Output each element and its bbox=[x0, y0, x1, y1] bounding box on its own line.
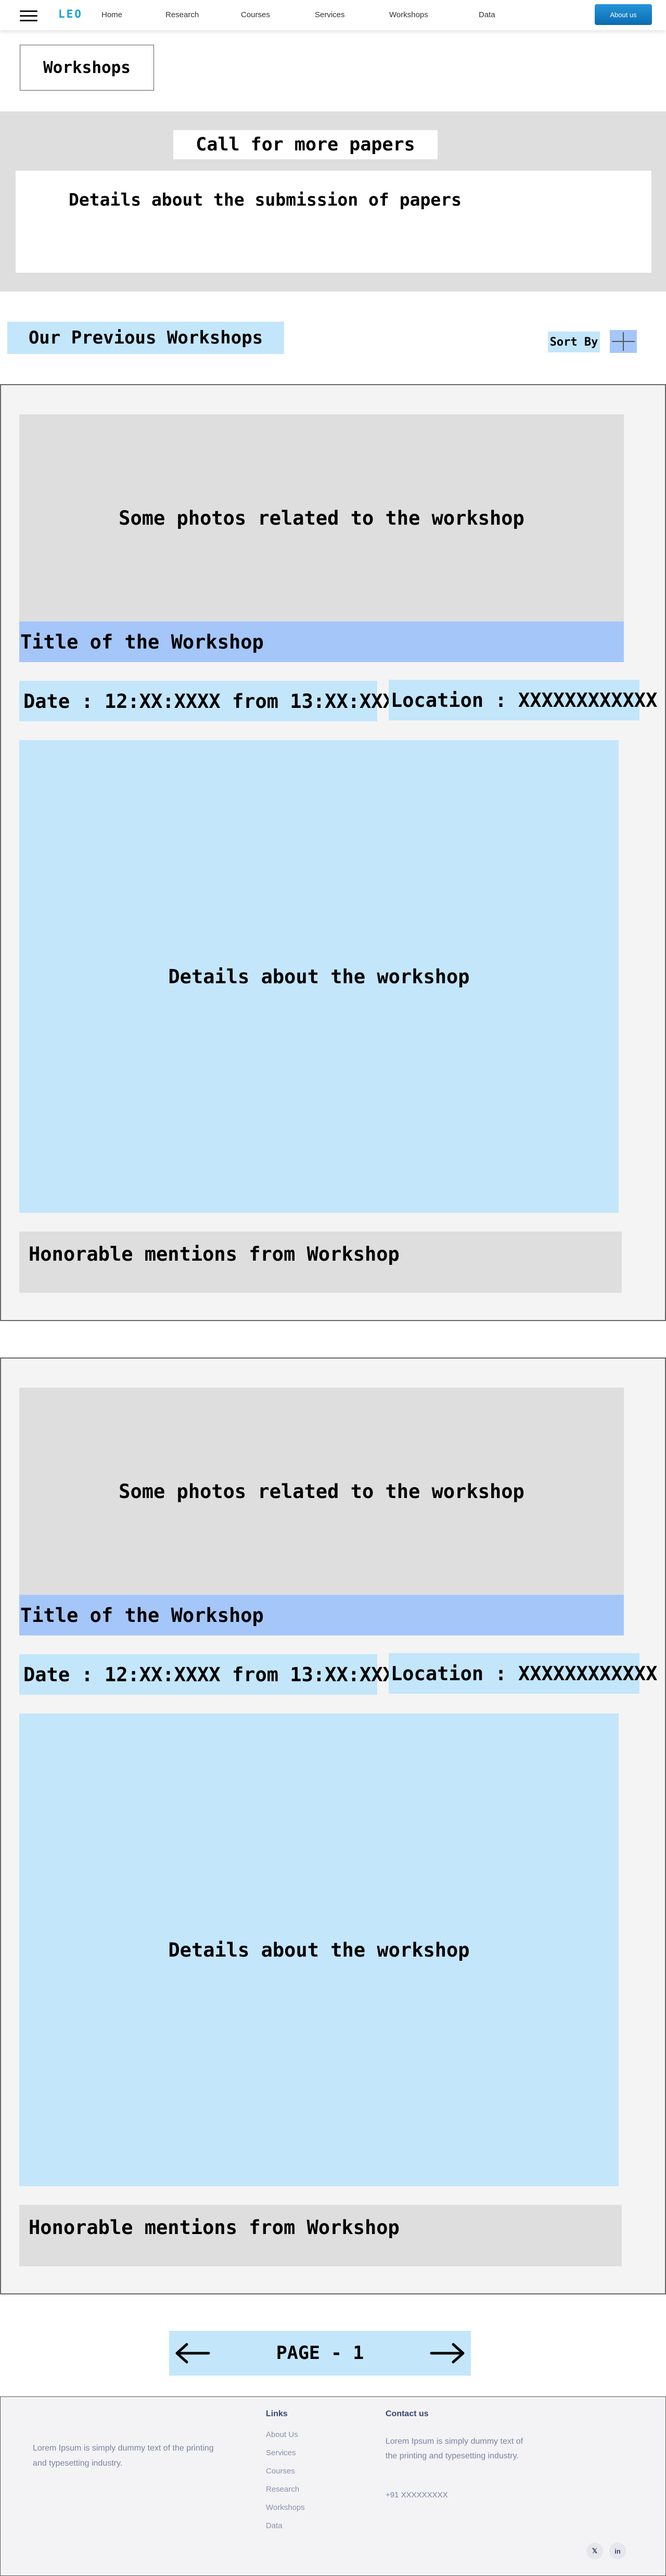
papers-details: Details about the submission of papers bbox=[16, 171, 651, 273]
workshop-location: Location : XXXXXXXXXXXX bbox=[389, 680, 657, 720]
workshop-date: Date : 12:XX:XXXX from 13:XX:XXXX bbox=[19, 681, 406, 721]
nav-home[interactable]: Home bbox=[101, 10, 122, 19]
workshop-honorable-mentions: Honorable mentions from Workshop bbox=[19, 2205, 622, 2266]
next-page-arrow-icon[interactable] bbox=[424, 2331, 471, 2376]
nav-research[interactable]: Research bbox=[165, 10, 199, 19]
footer-contact-text: Lorem Ipsum is simply dummy text of the … bbox=[386, 2437, 523, 2460]
hamburger-menu-icon[interactable] bbox=[20, 10, 37, 22]
footer-about-text: Lorem Ipsum is simply dummy text of the … bbox=[33, 2444, 214, 2468]
footer-contact-heading: Contact us bbox=[386, 2409, 429, 2418]
workshop-honorable-mentions: Honorable mentions from Workshop bbox=[19, 1232, 622, 1293]
top-navbar: LEO Home Research Courses Services Works… bbox=[0, 0, 666, 30]
footer-link-courses[interactable]: Courses bbox=[266, 2467, 305, 2485]
workshop-card: Some photos related to the workshop Titl… bbox=[0, 1357, 666, 2294]
previous-page-arrow-icon[interactable] bbox=[169, 2331, 216, 2376]
footer-links: About Us Services Courses Research Works… bbox=[266, 2430, 305, 2540]
footer-link-data[interactable]: Data bbox=[266, 2521, 305, 2540]
sort-by-button[interactable] bbox=[610, 330, 637, 353]
footer: Lorem Ipsum is simply dummy text of the … bbox=[0, 2396, 666, 2576]
nav-workshops[interactable]: Workshops bbox=[389, 10, 428, 19]
pagination: PAGE - 1 bbox=[169, 2331, 471, 2376]
footer-link-about-us[interactable]: About Us bbox=[266, 2430, 305, 2448]
previous-workshops-heading: Our Previous Workshops bbox=[7, 322, 284, 354]
linkedin-icon[interactable]: in bbox=[609, 2543, 626, 2559]
workshop-photos: Some photos related to the workshop bbox=[19, 414, 624, 621]
nav-courses[interactable]: Courses bbox=[241, 10, 270, 19]
workshop-details: Details about the workshop bbox=[19, 740, 619, 1213]
logo[interactable]: LEO bbox=[58, 8, 83, 20]
sort-by-label: Sort By bbox=[548, 332, 600, 352]
footer-link-services[interactable]: Services bbox=[266, 2448, 305, 2467]
call-for-papers-section: Call for more papers Details about the s… bbox=[0, 111, 666, 291]
twitter-icon[interactable]: 𝕏 bbox=[586, 2543, 603, 2559]
footer-link-research[interactable]: Research bbox=[266, 2485, 305, 2503]
workshop-title[interactable]: Title of the Workshop bbox=[19, 621, 624, 662]
page-indicator: PAGE - 1 bbox=[276, 2343, 364, 2364]
workshop-date: Date : 12:XX:XXXX from 13:XX:XXXX bbox=[19, 1654, 406, 1695]
footer-links-heading: Links bbox=[266, 2409, 288, 2418]
workshop-details: Details about the workshop bbox=[19, 1714, 619, 2186]
footer-link-workshops[interactable]: Workshops bbox=[266, 2503, 305, 2521]
about-us-button[interactable]: About us bbox=[595, 4, 652, 25]
nav-services[interactable]: Services bbox=[315, 10, 345, 19]
footer-phone[interactable]: +91 XXXXXXXXX bbox=[386, 2491, 448, 2499]
papers-title: Call for more papers bbox=[173, 130, 438, 159]
workshop-title[interactable]: Title of the Workshop bbox=[19, 1595, 624, 1635]
nav-data[interactable]: Data bbox=[479, 10, 495, 19]
workshop-card: Some photos related to the workshop Titl… bbox=[0, 384, 666, 1321]
workshop-location: Location : XXXXXXXXXXXX bbox=[389, 1653, 657, 1694]
page-title: Workshops bbox=[20, 45, 154, 91]
workshop-photos: Some photos related to the workshop bbox=[19, 1388, 624, 1595]
